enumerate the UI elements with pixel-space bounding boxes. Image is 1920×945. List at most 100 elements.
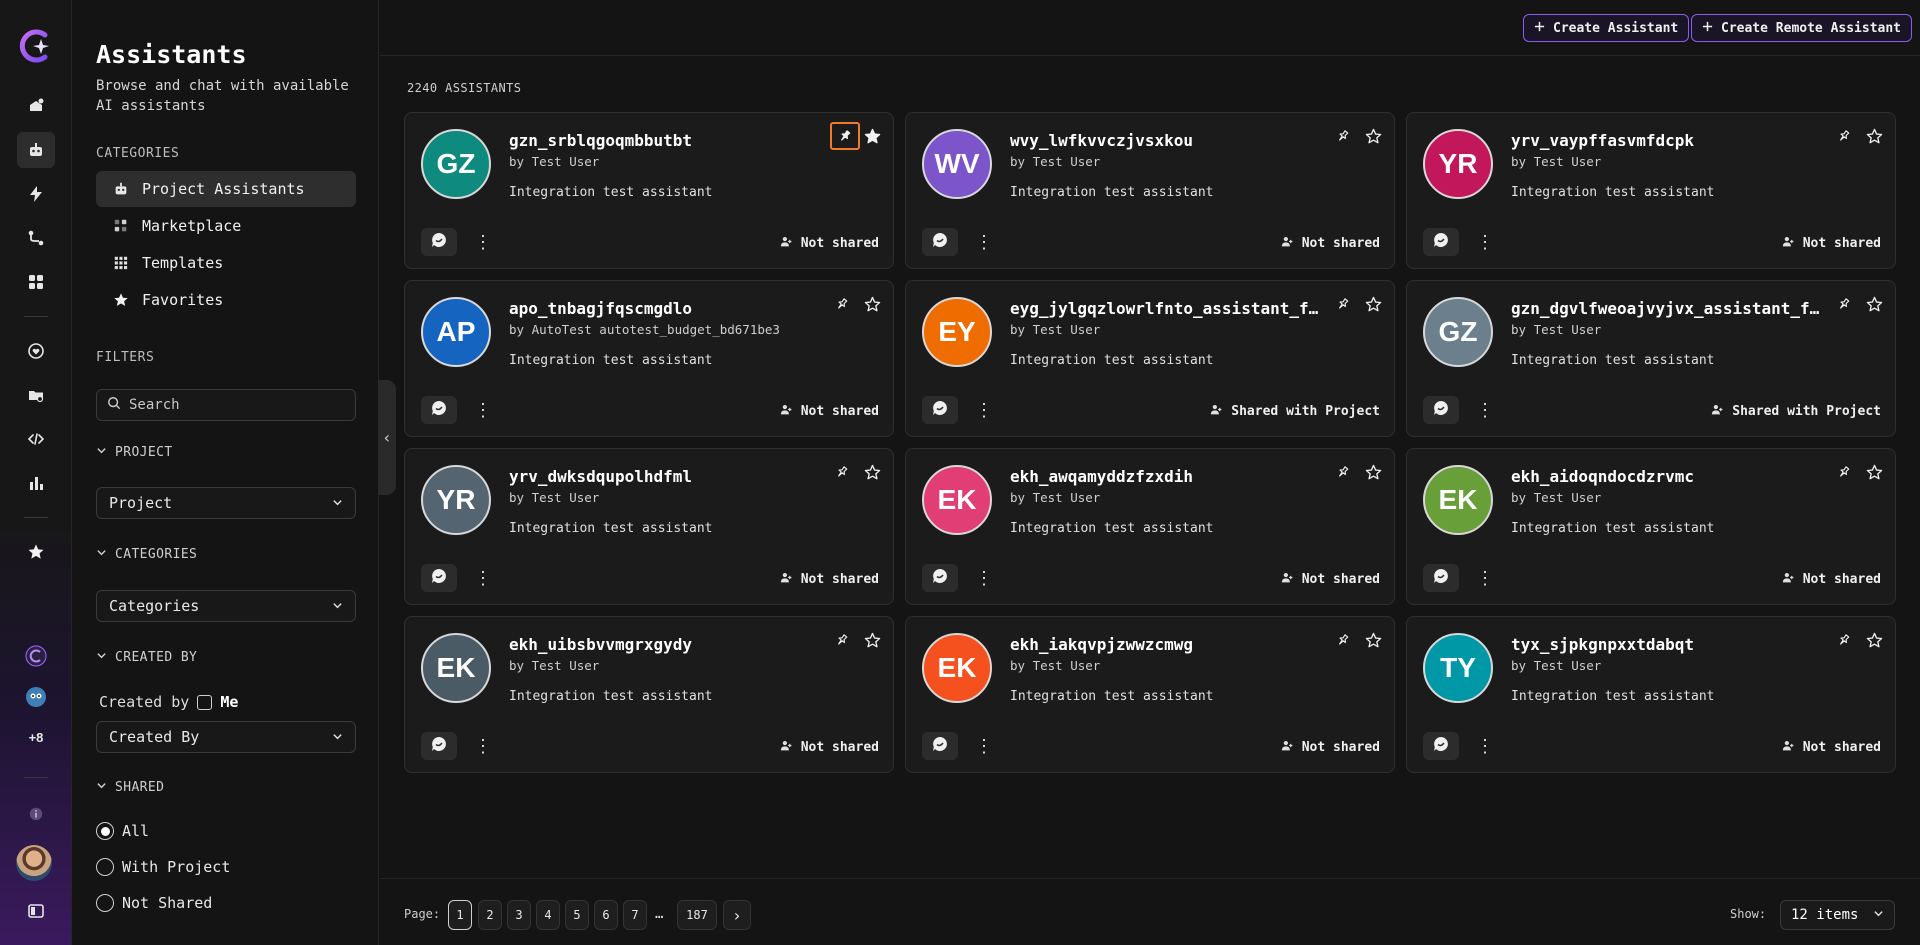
page-button-1[interactable]: 1	[448, 900, 472, 930]
assistant-name[interactable]: gzn_srblqgoqmbbutbt	[509, 131, 839, 150]
pin-icon[interactable]	[831, 461, 853, 483]
assistant-card[interactable]: GZ gzn_srblqgoqmbbutbt by Test User Integra…	[404, 112, 894, 269]
page-button-3[interactable]: 3	[507, 900, 531, 930]
categories-filter-toggle[interactable]: CATEGORIES	[96, 547, 197, 562]
page-button-5[interactable]: 5	[565, 900, 589, 930]
assistant-card[interactable]: YR yrv_dwksdqupolhdfml by Test User Integra…	[404, 448, 894, 605]
assistant-card[interactable]: EK ekh_awqamyddzfzxdih by Test User Integra…	[905, 448, 1395, 605]
user-avatar[interactable]	[16, 845, 52, 881]
assistant-name[interactable]: yrv_dwksdqupolhdfml	[509, 467, 839, 486]
star-icon[interactable]	[1362, 293, 1384, 315]
assistant-card[interactable]: GZ gzn_dgvlfweoajvyjvx_assistant_f… by Tes…	[1406, 280, 1896, 437]
assistant-card[interactable]: YR yrv_vaypffasvmfdcpk by Test User Integra…	[1406, 112, 1896, 269]
pin-icon[interactable]	[830, 122, 860, 150]
more-options-icon[interactable]: ⋮	[975, 566, 993, 590]
assistant-name[interactable]: ekh_awqamyddzfzxdih	[1010, 467, 1340, 486]
search-field[interactable]	[96, 389, 356, 421]
chat-button[interactable]	[1423, 564, 1459, 592]
heart-icon[interactable]	[17, 333, 55, 369]
collapse-sidebar-handle[interactable]: ‹	[378, 380, 396, 495]
assistant-name[interactable]: yrv_vaypffasvmfdcpk	[1511, 131, 1841, 150]
page-button-7[interactable]: 7	[623, 900, 647, 930]
chart-icon[interactable]	[17, 465, 55, 501]
folder-icon[interactable]	[17, 377, 55, 413]
chat-button[interactable]	[922, 564, 958, 592]
assistant-card[interactable]: EK ekh_aidoqndocdzrvmc by Test User Integra…	[1406, 448, 1896, 605]
assistant-name[interactable]: tyx_sjpkgnpxxtdabqt	[1511, 635, 1841, 654]
pin-icon[interactable]	[1833, 461, 1855, 483]
star-icon[interactable]	[861, 293, 883, 315]
star-icon[interactable]	[1863, 293, 1885, 315]
page-size-select[interactable]: 12 items	[1780, 900, 1895, 930]
assistant-name[interactable]: apo_tnbagjfqscmgdlo	[509, 299, 839, 318]
chat-button[interactable]	[421, 732, 457, 760]
pin-icon[interactable]	[1332, 125, 1354, 147]
assistant-name[interactable]: ekh_uibsbvvmgrxgydy	[509, 635, 839, 654]
star-icon[interactable]	[1362, 629, 1384, 651]
pin-icon[interactable]	[1833, 629, 1855, 651]
project-logo-icon[interactable]	[17, 638, 55, 674]
more-options-icon[interactable]: ⋮	[1476, 398, 1494, 422]
chat-button[interactable]	[922, 228, 958, 256]
more-options-icon[interactable]: ⋮	[975, 230, 993, 254]
star-icon[interactable]	[17, 534, 55, 570]
assistant-card[interactable]: EK ekh_iakqvpjzwwzcmwg by Test User Integra…	[905, 616, 1395, 773]
new-chat-icon[interactable]	[17, 88, 55, 124]
shared-option-all[interactable]: All	[96, 822, 149, 840]
star-icon[interactable]	[1362, 461, 1384, 483]
project-filter-toggle[interactable]: PROJECT	[96, 445, 173, 460]
pin-icon[interactable]	[1332, 293, 1354, 315]
more-options-icon[interactable]: ⋮	[1476, 230, 1494, 254]
assistant-name[interactable]: wvy_lwfkvvczjvsxkou	[1010, 131, 1340, 150]
chat-button[interactable]	[421, 396, 457, 424]
me-checkbox[interactable]	[197, 694, 213, 710]
more-options-icon[interactable]: ⋮	[1476, 734, 1494, 758]
star-icon[interactable]	[861, 125, 883, 147]
code-icon[interactable]	[17, 421, 55, 457]
more-projects-count[interactable]: +8	[17, 730, 55, 745]
more-options-icon[interactable]: ⋮	[474, 734, 492, 758]
assistant-card[interactable]: EY eyg_jylgqzlowrlfnto_assistant_f… by Tes…	[905, 280, 1395, 437]
category-project-assistants[interactable]: Project Assistants	[96, 171, 356, 207]
more-options-icon[interactable]: ⋮	[975, 398, 993, 422]
more-options-icon[interactable]: ⋮	[474, 398, 492, 422]
chat-button[interactable]	[1423, 732, 1459, 760]
star-icon[interactable]	[1863, 125, 1885, 147]
shared-option-with-project[interactable]: With Project	[96, 858, 230, 876]
more-options-icon[interactable]: ⋮	[975, 734, 993, 758]
chat-button[interactable]	[421, 564, 457, 592]
chat-button[interactable]	[922, 396, 958, 424]
assistant-name[interactable]: eyg_jylgqzlowrlfnto_assistant_f…	[1010, 299, 1340, 318]
more-options-icon[interactable]: ⋮	[1476, 566, 1494, 590]
category-favorites[interactable]: Favorites	[96, 282, 356, 318]
app-logo-icon[interactable]	[17, 27, 55, 65]
assistant-card[interactable]: WV wvy_lwfkvvczjvsxkou by Test User Integra…	[905, 112, 1395, 269]
more-options-icon[interactable]: ⋮	[474, 566, 492, 590]
create-remote-assistant-button[interactable]: Create Remote Assistant	[1691, 14, 1913, 42]
chat-button[interactable]	[421, 228, 457, 256]
pin-icon[interactable]	[1332, 461, 1354, 483]
created-by-select[interactable]: Created By	[96, 721, 356, 753]
categories-select[interactable]: Categories	[96, 590, 356, 622]
star-icon[interactable]	[1863, 461, 1885, 483]
bolt-icon[interactable]	[17, 176, 55, 212]
radio-not-shared[interactable]	[96, 894, 114, 912]
star-icon[interactable]	[1362, 125, 1384, 147]
info-icon[interactable]	[17, 796, 55, 832]
radio-all[interactable]	[96, 822, 114, 840]
pin-icon[interactable]	[1833, 125, 1855, 147]
owl-avatar-icon[interactable]	[17, 679, 55, 715]
more-options-icon[interactable]: ⋮	[474, 230, 492, 254]
category-templates[interactable]: Templates	[96, 245, 356, 281]
chat-button[interactable]	[1423, 396, 1459, 424]
shared-option-not-shared[interactable]: Not Shared	[96, 894, 212, 912]
star-icon[interactable]	[861, 629, 883, 651]
robot-icon[interactable]	[17, 132, 55, 168]
page-button-6[interactable]: 6	[594, 900, 618, 930]
assistant-card[interactable]: TY tyx_sjpkgnpxxtdabqt by Test User Integra…	[1406, 616, 1896, 773]
assistant-name[interactable]: gzn_dgvlfweoajvyjvx_assistant_f…	[1511, 299, 1841, 318]
workflow-icon[interactable]	[17, 220, 55, 256]
assistant-name[interactable]: ekh_aidoqndocdzrvmc	[1511, 467, 1841, 486]
chat-button[interactable]	[922, 732, 958, 760]
apps-icon[interactable]	[17, 264, 55, 300]
